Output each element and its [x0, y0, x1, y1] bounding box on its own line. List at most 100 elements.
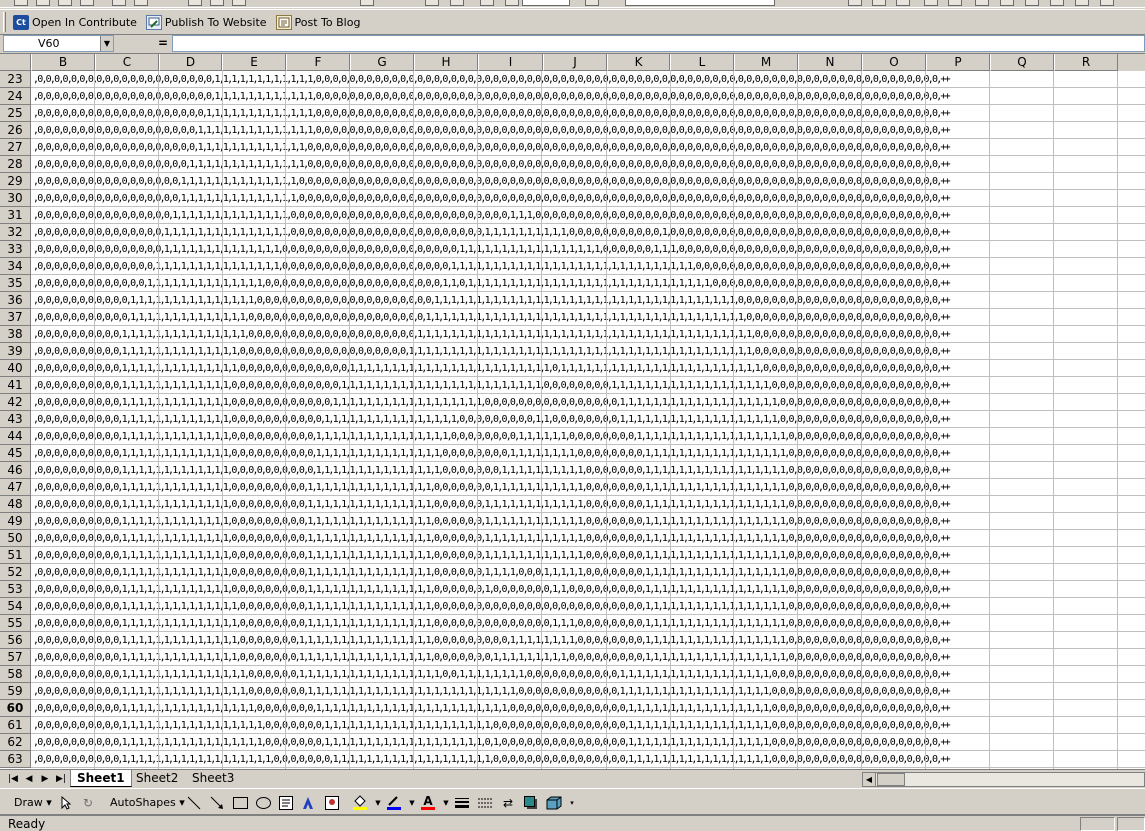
cell-a-value[interactable]: ,0,0,0,0,0,0,0,0,0,0,0,0,0,0,1,1,1,1,1,1… [33, 258, 1145, 275]
scroll-left-icon[interactable]: ◀ [863, 773, 876, 786]
cell-a-value[interactable]: ,0,0,0,0,0,0,0,0,0,0,0,0,0,0,0,0,1,1,1,1… [33, 207, 1145, 224]
cell-a-value[interactable]: ,0,0,0,0,0,0,0,0,0,0,1,1,1,1,1,1,1,1,1,1… [33, 496, 1145, 513]
previous-sheet-icon[interactable]: ◀ [22, 773, 36, 786]
row-header[interactable]: 46 [0, 462, 31, 479]
row-header[interactable]: 24 [0, 88, 31, 105]
column-header-b[interactable]: B [31, 54, 95, 71]
arrow-style-icon[interactable]: ⇄ [500, 795, 516, 811]
row-header[interactable]: 48 [0, 496, 31, 513]
post-to-blog-button[interactable]: Post To Blog [273, 11, 365, 33]
cell-a-value[interactable]: ,0,0,0,0,0,0,0,0,0,0,0,0,0,0,0,0,0,0,0,1… [33, 122, 1145, 139]
increase-indent-icon[interactable] [1100, 0, 1114, 6]
font-color-dropdown-icon[interactable]: ▼ [438, 795, 454, 811]
select-objects-icon[interactable] [58, 795, 74, 811]
column-header-f[interactable]: F [286, 54, 350, 71]
column-header-c[interactable]: C [95, 54, 159, 71]
cell-a-value[interactable]: ,0,0,0,0,0,0,0,0,0,0,0,0,0,0,0,0,0,0,0,0… [33, 71, 1145, 88]
row-header[interactable]: 40 [0, 360, 31, 377]
cell-a-value[interactable]: ,0,0,0,0,0,0,0,0,0,0,0,0,0,0,0,0,0,0,1,1… [33, 156, 1145, 173]
wordart-icon[interactable] [300, 795, 316, 811]
row-header[interactable]: 33 [0, 241, 31, 258]
row-header[interactable]: 44 [0, 428, 31, 445]
name-box-dropdown-icon[interactable]: ▼ [100, 36, 113, 51]
row-header[interactable]: 45 [0, 445, 31, 462]
cell-a-value[interactable]: ,0,0,0,0,0,0,0,0,0,0,1,1,1,1,1,1,1,1,1,1… [33, 462, 1145, 479]
row-header[interactable]: 43 [0, 411, 31, 428]
row-header[interactable]: 55 [0, 615, 31, 632]
cell-a-value[interactable]: ,0,0,0,0,0,0,0,0,0,0,1,1,1,1,1,1,1,1,1,1… [33, 343, 1145, 360]
tab-sheet3[interactable]: Sheet3 [186, 770, 240, 787]
fill-color-dropdown-icon[interactable]: ▼ [370, 795, 386, 811]
formula-equals-sign[interactable]: = [158, 36, 168, 50]
row-header[interactable]: 58 [0, 666, 31, 683]
open-in-contribute-button[interactable]: Ct Open In Contribute [10, 11, 141, 33]
zoom-dropdown[interactable] [522, 0, 570, 6]
column-header-r[interactable]: R [1054, 54, 1118, 71]
autoshapes-menu-button[interactable]: AutoShapes ▾ [110, 794, 185, 812]
cell-a-value[interactable]: ,0,0,0,0,0,0,0,0,0,0,1,1,1,1,1,1,1,1,1,1… [33, 428, 1145, 445]
font-color-icon[interactable]: A [420, 795, 436, 811]
row-header[interactable]: 37 [0, 309, 31, 326]
new-icon[interactable] [14, 0, 28, 6]
cell-a-value[interactable]: ,0,0,0,0,0,0,0,0,0,0,1,1,1,1,1,1,1,1,1,1… [33, 717, 1145, 734]
column-header-q[interactable]: Q [990, 54, 1054, 71]
tab-sheet1[interactable]: Sheet1 [70, 770, 132, 787]
row-header[interactable]: 61 [0, 717, 31, 734]
column-header-g[interactable]: G [350, 54, 414, 71]
row-header[interactable]: 51 [0, 547, 31, 564]
row-header[interactable]: 57 [0, 649, 31, 666]
diagram-icon[interactable] [324, 795, 340, 811]
cell-a-value[interactable]: ,0,0,0,0,0,0,0,0,0,0,1,1,1,1,1,1,1,1,1,1… [33, 632, 1145, 649]
percent-icon[interactable] [975, 0, 989, 6]
row-header[interactable]: 53 [0, 581, 31, 598]
row-header[interactable]: 32 [0, 224, 31, 241]
first-sheet-icon[interactable]: |◀ [6, 773, 20, 786]
help-icon[interactable] [585, 0, 599, 6]
name-box[interactable]: V60 ▼ [3, 35, 114, 52]
publish-to-website-button[interactable]: Publish To Website [143, 11, 271, 33]
currency-icon[interactable] [948, 0, 962, 6]
cell-a-value[interactable]: ,0,0,0,0,0,0,0,0,0,0,1,1,1,1,1,1,1,1,1,1… [33, 649, 1145, 666]
horizontal-scrollbar[interactable]: ◀ [862, 772, 1145, 787]
tab-sheet2[interactable]: Sheet2 [130, 770, 184, 787]
drawing-icon[interactable] [505, 0, 519, 6]
row-header[interactable]: 56 [0, 632, 31, 649]
draw-menu-button[interactable]: Draw ▾ [14, 794, 52, 812]
row-header[interactable]: 60 [0, 700, 31, 717]
font-dropdown[interactable] [625, 0, 775, 6]
rotate-icon[interactable]: ↻ [80, 795, 96, 811]
cell-a-value[interactable]: ,0,0,0,0,0,0,0,0,0,0,0,0,0,0,0,0,0,1,1,1… [33, 173, 1145, 190]
column-header-d[interactable]: D [159, 54, 222, 71]
align-right-icon[interactable] [896, 0, 910, 6]
row-header[interactable]: 34 [0, 258, 31, 275]
open-icon[interactable] [36, 0, 50, 6]
decrease-indent-icon[interactable] [1075, 0, 1089, 6]
column-header-m[interactable]: M [734, 54, 798, 71]
align-left-icon[interactable] [848, 0, 862, 6]
cell-a-value[interactable]: ,0,0,0,0,0,0,0,0,0,0,1,1,1,1,1,1,1,1,1,1… [33, 513, 1145, 530]
cell-a-value[interactable]: ,0,0,0,0,0,0,0,0,0,0,1,1,1,1,1,1,1,1,1,1… [33, 547, 1145, 564]
cell-a-value[interactable]: ,0,0,0,0,0,0,0,0,0,0,1,1,1,1,1,1,1,1,1,1… [33, 479, 1145, 496]
increase-decimal-icon[interactable] [1025, 0, 1039, 6]
row-header[interactable]: 59 [0, 683, 31, 700]
line-style-icon[interactable] [454, 795, 470, 811]
cell-a-value[interactable]: ,0,0,0,0,0,0,0,0,0,0,1,1,1,1,1,1,1,1,1,1… [33, 615, 1145, 632]
cell-a-value[interactable]: ,0,0,0,0,0,0,0,0,0,0,1,1,1,1,1,1,1,1,1,1… [33, 377, 1145, 394]
copy-icon[interactable] [210, 0, 224, 6]
chart-wizard-icon[interactable] [480, 0, 494, 6]
cell-a-value[interactable]: ,0,0,0,0,0,0,0,0,0,0,1,1,1,1,1,1,1,1,1,1… [33, 683, 1145, 700]
row-header[interactable]: 31 [0, 207, 31, 224]
row-header[interactable]: 27 [0, 139, 31, 156]
cell-a-value[interactable]: ,0,0,0,0,0,0,0,0,0,0,1,1,1,1,1,1,1,1,1,1… [33, 530, 1145, 547]
oval-icon[interactable] [255, 795, 271, 811]
row-header[interactable]: 52 [0, 564, 31, 581]
cell-a-value[interactable]: ,0,0,0,0,0,0,0,0,0,0,0,1,1,1,1,1,1,1,1,1… [33, 309, 1145, 326]
cell-a-value[interactable]: ,0,0,0,0,0,0,0,0,0,0,0,0,0,0,0,1,1,1,1,1… [33, 241, 1145, 258]
arrow-icon[interactable] [209, 795, 225, 811]
cell-a-value[interactable]: ,0,0,0,0,0,0,0,0,0,0,1,1,1,1,1,1,1,1,1,1… [33, 581, 1145, 598]
cell-a-value[interactable]: ,0,0,0,0,0,0,0,0,0,0,0,0,0,0,0,0,0,0,0,0… [33, 105, 1145, 122]
cell-a-value[interactable]: ,0,0,0,0,0,0,0,0,0,0,1,1,1,1,1,1,1,1,1,1… [33, 751, 1145, 768]
cell-a-value[interactable]: ,0,0,0,0,0,0,0,0,0,0,1,1,1,1,1,1,1,1,1,1… [33, 564, 1145, 581]
column-header-h[interactable]: H [414, 54, 478, 71]
cell-a-value[interactable]: ,0,0,0,0,0,0,0,0,0,0,1,1,1,1,1,1,1,1,1,1… [33, 411, 1145, 428]
